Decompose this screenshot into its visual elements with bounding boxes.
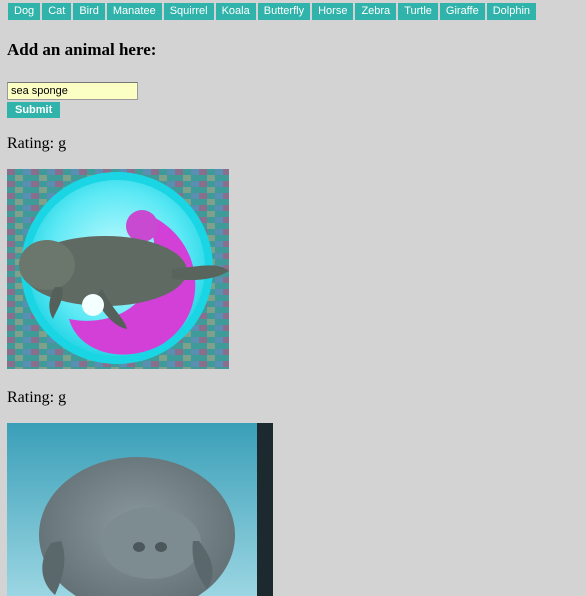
animal-button-giraffe[interactable]: Giraffe bbox=[439, 3, 485, 20]
add-animal-heading: Add an animal here: bbox=[7, 40, 157, 59]
animal-button-zebra[interactable]: Zebra bbox=[355, 3, 397, 20]
animal-button-koala[interactable]: Koala bbox=[215, 3, 256, 20]
manatee-aquarium-photo bbox=[7, 423, 273, 596]
animal-button-dolphin[interactable]: Dolphin bbox=[486, 3, 537, 20]
rating-label: Rating: g bbox=[7, 389, 67, 406]
submit-button[interactable]: Submit bbox=[7, 102, 61, 118]
manatee-gif-image bbox=[7, 169, 229, 369]
animal-button-bird[interactable]: Bird bbox=[73, 3, 105, 20]
animal-button-dog[interactable]: Dog bbox=[8, 3, 41, 20]
animal-button-bar: Dog Cat Bird Manatee Squirrel Koala Butt… bbox=[8, 3, 537, 20]
animal-input[interactable] bbox=[7, 82, 138, 100]
animal-button-turtle[interactable]: Turtle bbox=[398, 3, 438, 20]
animal-button-horse[interactable]: Horse bbox=[312, 3, 354, 20]
animal-button-squirrel[interactable]: Squirrel bbox=[163, 3, 214, 20]
animal-button-butterfly[interactable]: Butterfly bbox=[257, 3, 311, 20]
rating-label: Rating: g bbox=[7, 135, 67, 152]
manatee-bubble-illustration bbox=[7, 169, 229, 369]
manatee-gif-image bbox=[7, 423, 273, 596]
animal-button-cat[interactable]: Cat bbox=[42, 3, 72, 20]
animal-button-manatee[interactable]: Manatee bbox=[106, 3, 162, 20]
